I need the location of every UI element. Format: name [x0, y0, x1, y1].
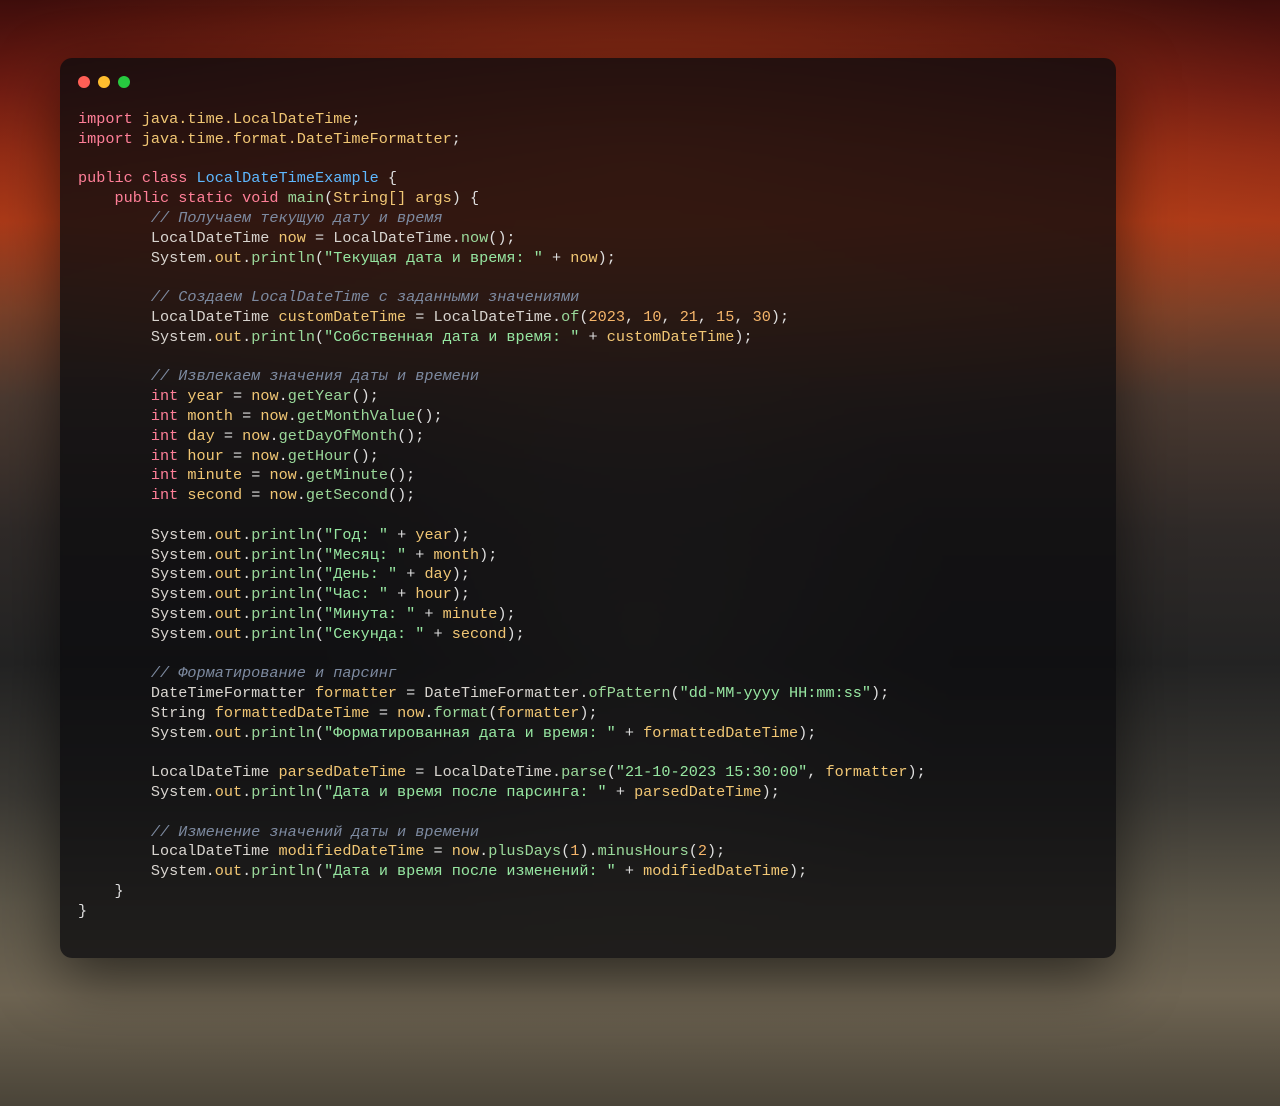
code-block: import java.time.LocalDateTime; import j…: [78, 110, 1098, 922]
code-window: import java.time.LocalDateTime; import j…: [60, 58, 1116, 958]
minimize-icon[interactable]: [98, 76, 110, 88]
window-traffic-lights: [78, 76, 1098, 88]
keyword-import: import: [78, 110, 133, 128]
close-icon[interactable]: [78, 76, 90, 88]
maximize-icon[interactable]: [118, 76, 130, 88]
class-name: LocalDateTimeExample: [197, 169, 379, 187]
